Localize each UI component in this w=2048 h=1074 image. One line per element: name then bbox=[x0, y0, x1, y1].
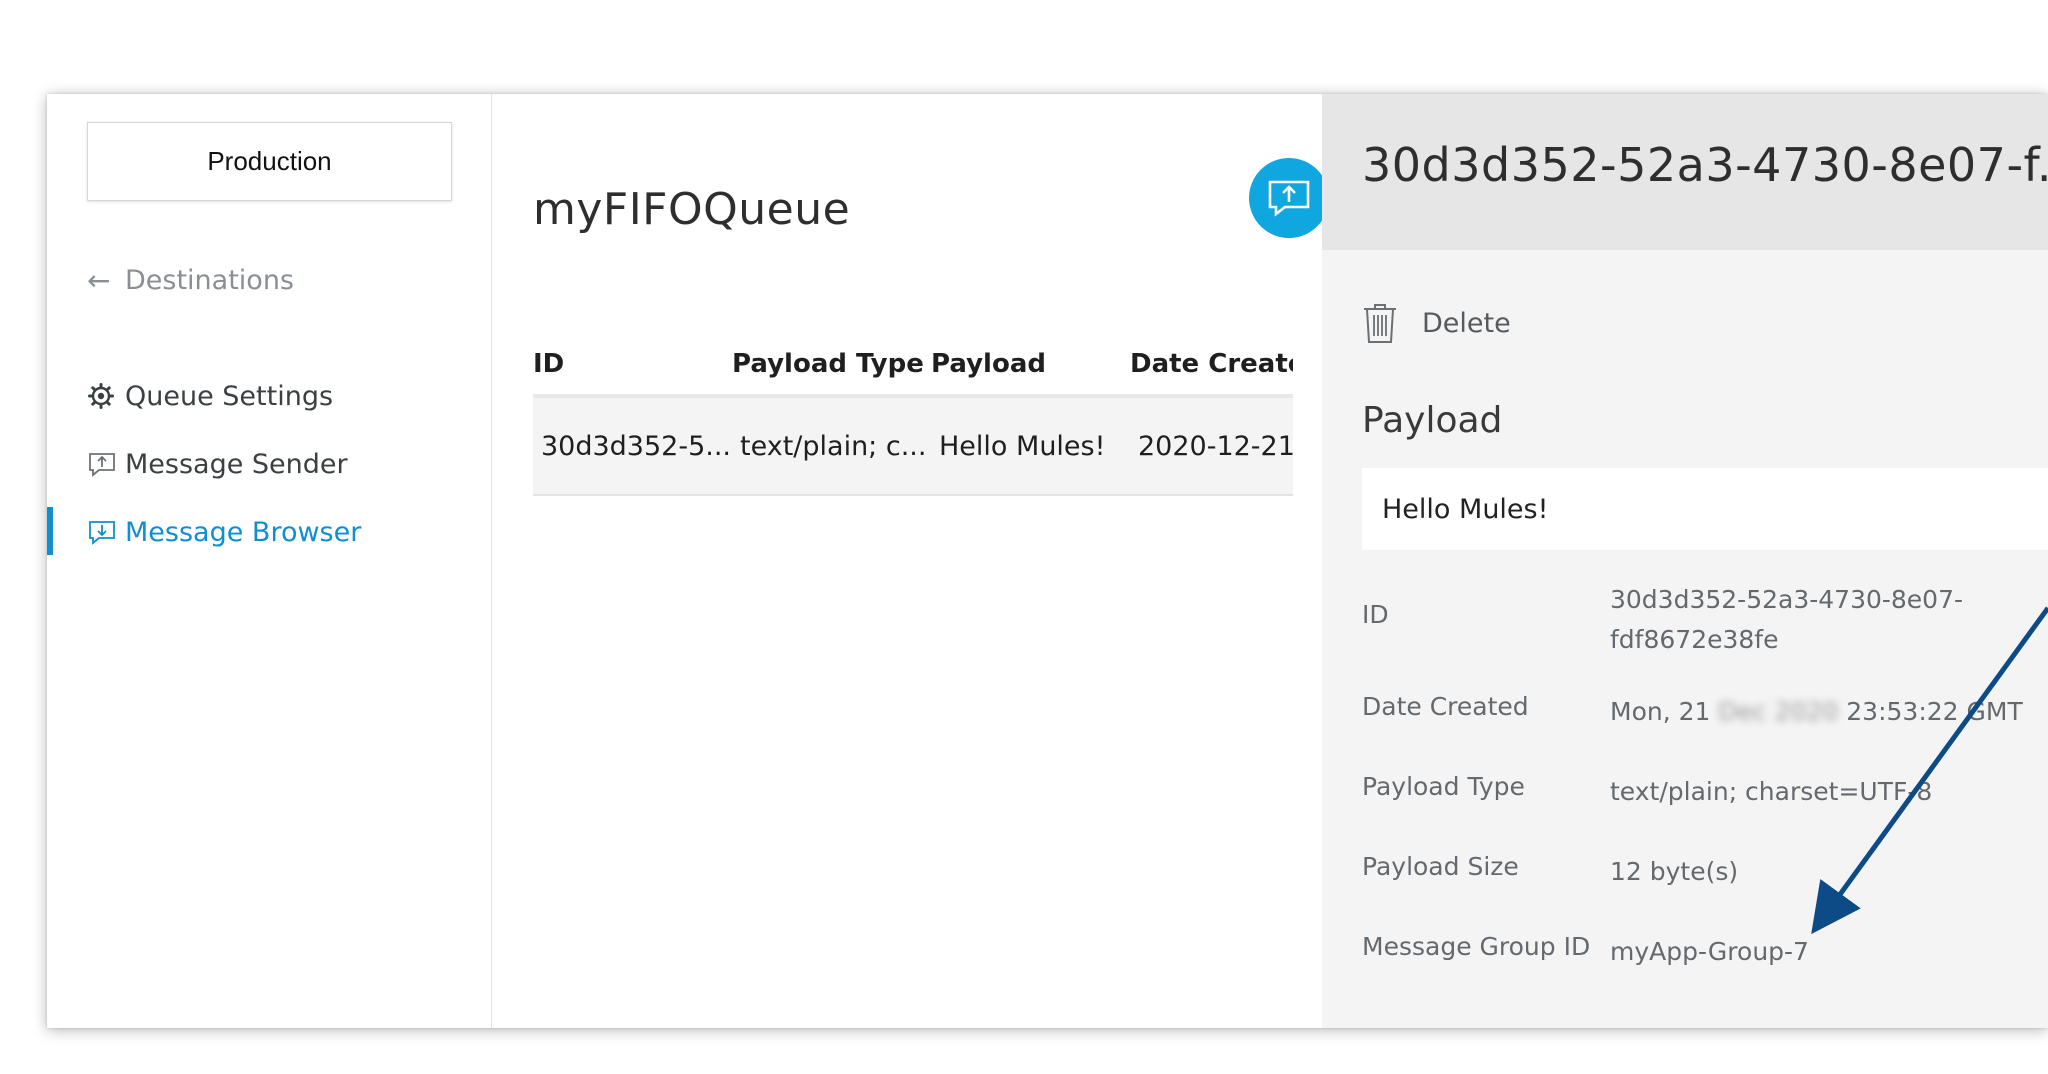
back-link-label: Destinations bbox=[125, 265, 295, 296]
column-header-id[interactable]: ID bbox=[533, 349, 732, 379]
payload-heading: Payload bbox=[1362, 400, 1503, 441]
field-label: ID bbox=[1362, 600, 1389, 629]
field-value: myApp-Group-7 bbox=[1610, 937, 1809, 966]
sidebar-item-label: Queue Settings bbox=[125, 380, 334, 412]
arrow-left-icon: ← bbox=[87, 264, 111, 297]
cell-payload-type: text/plain; c... bbox=[740, 430, 927, 462]
cell-id: 30d3d352-5... bbox=[541, 430, 732, 462]
send-message-icon bbox=[1268, 180, 1310, 217]
field-id: ID 30d3d352-52a3-4730-8e07- fdf8672e38fe bbox=[1362, 580, 2010, 660]
date-suffix: 23:53:22 GMT bbox=[1846, 697, 2023, 726]
delete-button[interactable]: Delete bbox=[1362, 302, 1511, 344]
active-indicator bbox=[47, 507, 53, 555]
field-value-line: 30d3d352-52a3-4730-8e07- bbox=[1610, 585, 1964, 614]
payload-value: Hello Mules! bbox=[1382, 493, 1549, 525]
detail-header: 30d3d352-52a3-4730-8e07-f... × bbox=[1322, 94, 2048, 250]
gear-icon bbox=[87, 380, 125, 412]
messages-table: ID Payload Type Payload Date Create 30d3… bbox=[533, 334, 1293, 496]
sidebar-item-message-sender[interactable]: Message Sender bbox=[87, 444, 348, 484]
message-detail-panel: 30d3d352-52a3-4730-8e07-f... × Delete Pa… bbox=[1322, 94, 2048, 1028]
field-message-group-id: Message Group ID myApp-Group-7 bbox=[1362, 932, 2010, 972]
back-to-destinations-link[interactable]: ← Destinations bbox=[87, 264, 294, 297]
message-list-pane: myFIFOQueue ID Payload Type Payload Date… bbox=[493, 94, 1369, 1028]
field-value: 12 byte(s) bbox=[1610, 857, 1739, 886]
column-header-payload[interactable]: Payload bbox=[931, 349, 1130, 379]
page-title: myFIFOQueue bbox=[533, 184, 851, 235]
cell-payload: Hello Mules! bbox=[939, 430, 1106, 462]
date-prefix: Mon, 21 bbox=[1610, 697, 1711, 726]
field-value-line: fdf8672e38fe bbox=[1610, 625, 1779, 654]
field-label: Payload Type bbox=[1362, 772, 1525, 801]
column-header-date-created[interactable]: Date Create bbox=[1130, 349, 1293, 379]
sidebar-item-queue-settings[interactable]: Queue Settings bbox=[87, 376, 333, 416]
field-payload-size: Payload Size 12 byte(s) bbox=[1362, 852, 2010, 892]
payload-value-box: Hello Mules! bbox=[1362, 468, 2048, 550]
field-label: Payload Size bbox=[1362, 852, 1519, 881]
field-label: Message Group ID bbox=[1362, 932, 1591, 961]
field-payload-type: Payload Type text/plain; charset=UTF-8 bbox=[1362, 772, 2010, 812]
cell-date-created: 2020-12-21 bbox=[1138, 430, 1293, 462]
column-header-payload-type[interactable]: Payload Type bbox=[732, 349, 931, 379]
field-date-created: Date Created Mon, 21 Dec 2020 23:53:22 G… bbox=[1362, 692, 2023, 732]
sidebar: Production ← Destinations Queue Settings… bbox=[47, 94, 492, 1028]
environment-label: Production bbox=[207, 146, 332, 176]
detail-title: 30d3d352-52a3-4730-8e07-f... bbox=[1362, 138, 2048, 192]
field-value: 30d3d352-52a3-4730-8e07- fdf8672e38fe bbox=[1610, 580, 2010, 660]
app-window: Production ← Destinations Queue Settings… bbox=[47, 94, 2048, 1028]
date-redacted: Dec 2020 bbox=[1718, 697, 1839, 726]
trash-icon bbox=[1362, 302, 1422, 344]
sidebar-item-label: Message Sender bbox=[125, 448, 348, 480]
table-header: ID Payload Type Payload Date Create bbox=[533, 334, 1293, 394]
send-message-button[interactable] bbox=[1249, 158, 1329, 238]
send-message-icon bbox=[87, 448, 125, 480]
environment-selector[interactable]: Production bbox=[87, 122, 452, 201]
field-value: Mon, 21 Dec 2020 23:53:22 GMT bbox=[1610, 692, 2023, 732]
sidebar-item-message-browser[interactable]: Message Browser bbox=[87, 512, 361, 552]
field-label: Date Created bbox=[1362, 692, 1529, 721]
table-row[interactable]: 30d3d352-5... text/plain; c... Hello Mul… bbox=[533, 394, 1293, 496]
delete-label: Delete bbox=[1422, 307, 1511, 339]
field-value: text/plain; charset=UTF-8 bbox=[1610, 777, 1933, 806]
browse-message-icon bbox=[87, 516, 125, 548]
sidebar-item-label: Message Browser bbox=[125, 516, 362, 548]
